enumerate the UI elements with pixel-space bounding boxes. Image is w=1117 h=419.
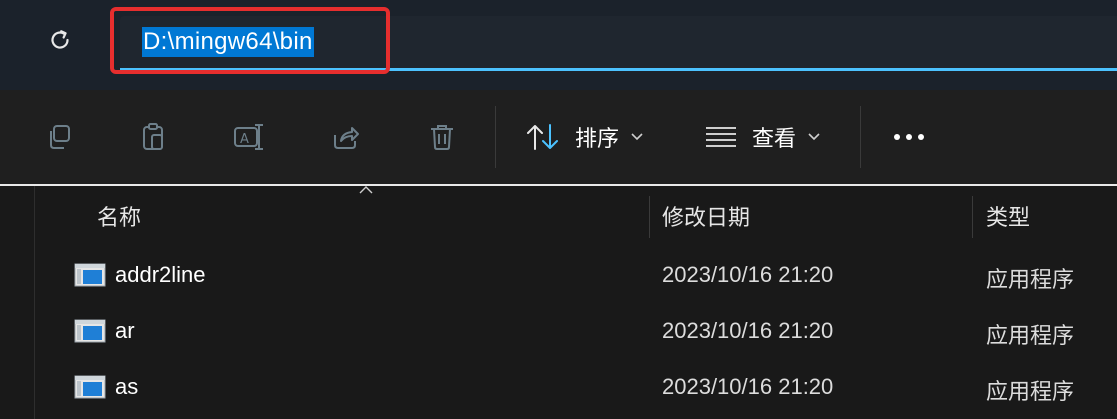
address-path-text: D:\mingw64\bin	[142, 27, 314, 57]
column-header-type[interactable]: 类型	[986, 200, 1030, 232]
rename-button[interactable]: A	[224, 112, 274, 162]
file-type: 应用程序	[986, 379, 1075, 404]
paste-button[interactable]	[128, 112, 178, 162]
sort-arrows-icon	[527, 124, 558, 150]
file-name: ar	[115, 318, 135, 343]
delete-button[interactable]	[417, 112, 467, 162]
file-date: 2023/10/16 21:20	[662, 318, 834, 343]
file-name: addr2line	[115, 262, 206, 287]
toolbar-separator	[495, 106, 496, 168]
file-type: 应用程序	[986, 323, 1075, 348]
chevron-down-icon	[631, 133, 643, 141]
file-date: 2023/10/16 21:20	[662, 374, 834, 399]
list-view-icon	[706, 127, 736, 147]
trash-icon	[431, 125, 453, 150]
file-row[interactable]: ar 2023/10/16 21:20 应用程序	[36, 304, 1117, 358]
copy-button[interactable]	[34, 112, 84, 162]
more-options-button[interactable]	[884, 112, 934, 162]
command-bar: A 排序 查看	[0, 90, 1117, 184]
sort-button[interactable]: 排序	[525, 112, 643, 162]
view-label: 查看	[752, 126, 797, 151]
file-list: 名称 修改日期 类型 addr2line 2023/10/16 21:20 应用…	[0, 186, 1117, 419]
address-region: D:\mingw64\bin	[0, 0, 1117, 90]
copy-icon	[50, 125, 70, 149]
more-dots-icon	[894, 134, 924, 140]
file-date: 2023/10/16 21:20	[662, 262, 834, 287]
application-icon	[74, 263, 106, 287]
application-icon	[74, 319, 106, 343]
view-button[interactable]: 查看	[704, 112, 820, 162]
column-header-date[interactable]: 修改日期	[662, 200, 750, 232]
application-icon	[74, 375, 106, 399]
pane-border	[34, 186, 35, 419]
sort-ascending-icon	[359, 186, 373, 194]
toolbar-separator	[860, 106, 861, 168]
clipboard-icon	[143, 123, 163, 150]
share-icon	[334, 127, 359, 149]
file-name: as	[115, 374, 139, 399]
file-explorer-window: D:\mingw64\bin A 排序 查看 名称 修改日期 类型 addr2l…	[0, 0, 1117, 419]
rename-icon: A	[234, 124, 263, 150]
column-divider[interactable]	[649, 196, 650, 238]
file-row[interactable]: as 2023/10/16 21:20 应用程序	[36, 360, 1117, 414]
svg-text:A: A	[240, 132, 249, 147]
column-divider[interactable]	[972, 196, 973, 238]
chevron-down-icon	[808, 133, 820, 141]
address-input[interactable]: D:\mingw64\bin	[120, 16, 1117, 71]
share-button[interactable]	[320, 112, 370, 162]
refresh-button[interactable]	[38, 20, 82, 60]
refresh-icon	[51, 30, 69, 49]
file-type: 应用程序	[986, 267, 1075, 292]
column-header-name[interactable]: 名称	[97, 200, 141, 232]
sort-label: 排序	[575, 126, 620, 151]
file-row[interactable]: addr2line 2023/10/16 21:20 应用程序	[36, 248, 1117, 302]
